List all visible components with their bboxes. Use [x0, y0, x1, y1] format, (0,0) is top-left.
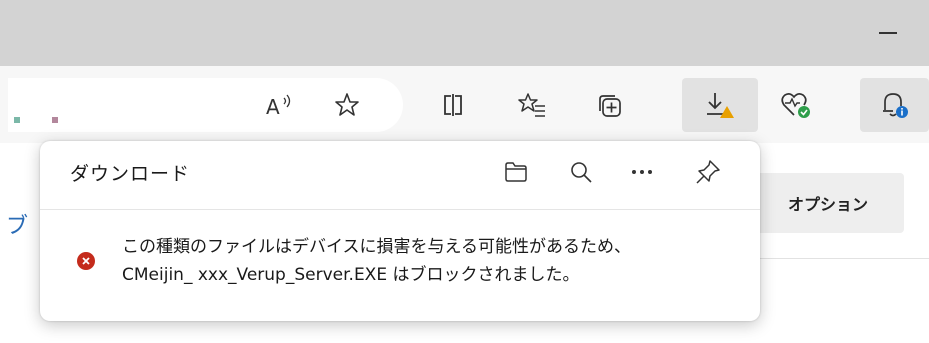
favorite-button[interactable]	[321, 78, 373, 132]
pin-icon	[696, 160, 720, 184]
search-icon	[571, 162, 592, 183]
pin-panel-button[interactable]	[689, 153, 727, 191]
read-aloud-icon: A	[266, 94, 291, 118]
svg-text:A: A	[266, 95, 280, 118]
search-downloads-button[interactable]	[562, 153, 600, 191]
star-icon	[335, 93, 359, 116]
open-downloads-folder-button[interactable]	[497, 153, 535, 191]
address-bar[interactable]: A	[8, 78, 403, 132]
error-icon	[77, 252, 95, 270]
options-button[interactable]: オプション	[752, 173, 904, 233]
address-dot-2	[52, 117, 58, 123]
browser-essentials-button[interactable]	[770, 78, 822, 132]
heart-health-icon	[781, 93, 810, 118]
notifications-button[interactable]	[860, 78, 929, 132]
title-bar	[0, 0, 929, 66]
favorites-list-icon	[518, 93, 545, 117]
read-aloud-button[interactable]: A	[253, 78, 305, 132]
background-divider	[752, 258, 929, 259]
folder-icon	[505, 162, 527, 182]
address-dot-1	[14, 117, 20, 123]
downloads-button[interactable]	[682, 78, 758, 132]
favorites-button[interactable]	[506, 78, 558, 132]
message-line-1: この種類のファイルはデバイスに損害を与える可能性があるため、	[122, 237, 631, 257]
more-icon	[632, 170, 652, 174]
browser-toolbar: A	[0, 66, 929, 143]
collections-icon	[599, 95, 621, 117]
more-options-button[interactable]	[623, 153, 661, 191]
bell-icon	[882, 93, 908, 118]
collections-button[interactable]	[583, 78, 635, 132]
panel-title: ダウンロード	[70, 163, 191, 185]
download-message: この種類のファイルはデバイスに損害を与える可能性があるため、 CMeijin_ …	[122, 233, 742, 289]
split-screen-button[interactable]	[427, 78, 479, 132]
downloads-panel: ダウンロード この種類のファイルはデバイスに損害を与える可能性があるため、 CM…	[40, 141, 760, 321]
download-warning-icon	[707, 93, 734, 118]
minimize-icon[interactable]	[879, 32, 897, 34]
download-item[interactable]: この種類のファイルはデバイスに損害を与える可能性があるため、 CMeijin_ …	[40, 210, 760, 321]
background-link[interactable]: ブ	[6, 208, 28, 240]
split-screen-icon	[444, 94, 462, 116]
message-line-2: CMeijin_ xxx_Verup_Server.EXE はブロックされました…	[122, 265, 580, 285]
